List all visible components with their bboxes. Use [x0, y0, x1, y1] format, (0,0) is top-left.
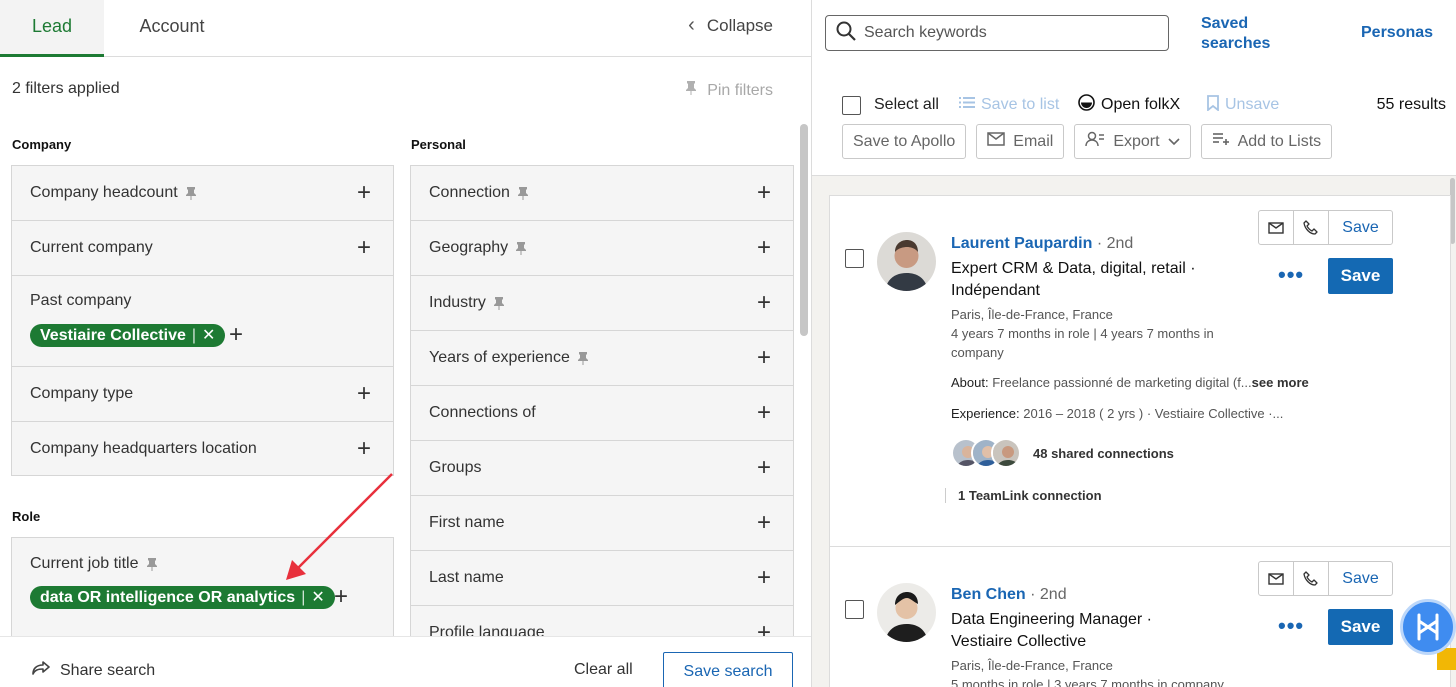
- shared-connections-label: 48 shared connections: [1033, 445, 1174, 461]
- annotation-arrow-icon: [286, 473, 393, 580]
- lead-checkbox[interactable]: [845, 249, 864, 268]
- lead-name[interactable]: Laurent Paupardin · 2nd: [951, 235, 1133, 253]
- phone-icon[interactable]: [1294, 562, 1329, 595]
- lead-checkbox[interactable]: [845, 600, 864, 619]
- lead-title: Expert CRM & Data, digital, retail · Ind…: [951, 258, 1231, 302]
- select-all-checkbox[interactable]: [842, 95, 861, 115]
- lead-tenure-line-1: 5 months in role | 3 years 7 months in c…: [951, 677, 1224, 687]
- connection-degree: · 2nd: [1096, 235, 1134, 252]
- bulk-actions-row: Select all Save to list Open folkX Unsav…: [842, 93, 1450, 117]
- save-to-list-label: Save to list: [981, 96, 1060, 113]
- assistant-launcher-icon[interactable]: [1400, 599, 1456, 655]
- results-panel: Search keywords Saved searches Personas …: [812, 0, 1456, 687]
- save-to-apollo-label: Save to Apollo: [853, 132, 956, 150]
- filters-footer: Share search Clear all Save search: [0, 636, 811, 687]
- shared-avatars: [951, 438, 1021, 468]
- mail-icon: [987, 132, 1006, 151]
- save-lead-button[interactable]: Save: [1328, 258, 1393, 294]
- shared-connections[interactable]: 48 shared connections: [951, 438, 1174, 468]
- save-small-button[interactable]: Save: [1329, 211, 1392, 244]
- lead-location: Paris, Île-de-France, France: [951, 658, 1113, 673]
- share-search-label: Share search: [60, 661, 156, 679]
- see-more-link[interactable]: see more: [1252, 375, 1309, 390]
- lead-card: Laurent Paupardin · 2nd Expert CRM & Dat…: [829, 195, 1451, 547]
- folkx-icon: [1078, 94, 1095, 116]
- mail-icon[interactable]: [1259, 562, 1294, 595]
- lead-tenure-line-2: company: [951, 345, 1004, 360]
- connection-degree: · 2nd: [1030, 586, 1067, 603]
- search-placeholder: Search keywords: [864, 24, 987, 41]
- user-export-icon: [1085, 131, 1105, 152]
- avatar: [991, 438, 1021, 468]
- mail-icon[interactable]: [1259, 211, 1294, 244]
- email-label: Email: [1013, 132, 1054, 150]
- unsave-button[interactable]: Unsave: [1207, 94, 1280, 116]
- experience-text: 2016 – 2018 ( 2 yrs ) · Vestiaire Collec…: [1023, 406, 1284, 421]
- more-options-icon[interactable]: •••: [1278, 613, 1304, 639]
- saved-searches-line-1: Saved: [1201, 15, 1249, 32]
- personas-link[interactable]: Personas: [1361, 24, 1433, 42]
- teamlink-connection[interactable]: 1 TeamLink connection: [945, 488, 1102, 503]
- lead-card: Ben Chen · 2nd Data Engineering Manager …: [829, 546, 1451, 687]
- filters-panel: Lead Account ‹ Collapse 2 filters applie…: [0, 0, 812, 687]
- lead-title-line-2: Vestiaire Collective: [951, 633, 1087, 650]
- bookmark-icon: [1207, 94, 1219, 116]
- playlist-add-icon: [1212, 132, 1230, 151]
- saved-searches-line-2: searches: [1201, 35, 1271, 52]
- lead-quick-actions: Save: [1258, 561, 1393, 596]
- share-search-button[interactable]: Share search: [32, 661, 155, 680]
- clear-all-button[interactable]: Clear all: [574, 661, 633, 679]
- export-button[interactable]: Export: [1074, 124, 1191, 159]
- share-icon: [32, 661, 50, 680]
- about-text: Freelance passionné de marketing digital…: [992, 375, 1252, 390]
- chevron-down-icon: [1167, 133, 1180, 151]
- select-all-label: Select all: [874, 96, 939, 113]
- search-input[interactable]: Search keywords: [825, 15, 1169, 51]
- save-small-button[interactable]: Save: [1329, 562, 1392, 595]
- avatar[interactable]: [877, 232, 936, 291]
- lead-experience: Experience: 2016 – 2018 ( 2 yrs ) · Vest…: [951, 406, 1283, 421]
- save-lead-button[interactable]: Save: [1328, 609, 1393, 645]
- lead-name[interactable]: Ben Chen · 2nd: [951, 586, 1067, 604]
- results-count: 55 results: [1376, 96, 1446, 113]
- lead-tenure-line-1: 4 years 7 months in role | 4 years 7 mon…: [951, 326, 1214, 341]
- lead-name-text[interactable]: Ben Chen: [951, 586, 1026, 603]
- about-label: About:: [951, 375, 989, 390]
- save-to-apollo-button[interactable]: Save to Apollo: [842, 124, 967, 159]
- lead-meta: Paris, Île-de-France, France 4 years 7 m…: [951, 305, 1251, 362]
- email-button[interactable]: Email: [976, 124, 1065, 159]
- save-to-list-button[interactable]: Save to list: [959, 96, 1059, 114]
- list-icon: [959, 96, 975, 114]
- save-search-button[interactable]: Save search: [663, 652, 793, 687]
- select-all[interactable]: Select all: [842, 95, 939, 115]
- integration-buttons: Save to Apollo Email Export Add to Lists: [842, 124, 1333, 159]
- open-folkx-label: Open folkX: [1101, 96, 1181, 113]
- lead-title-line-1: Data Engineering Manager ·: [951, 611, 1153, 628]
- phone-icon[interactable]: [1294, 211, 1329, 244]
- unsave-label: Unsave: [1225, 96, 1280, 113]
- experience-label: Experience:: [951, 406, 1020, 421]
- lead-quick-actions: Save: [1258, 210, 1393, 245]
- open-folkx-button[interactable]: Open folkX: [1078, 94, 1180, 116]
- results-toolbar: Search keywords Saved searches Personas …: [812, 0, 1456, 176]
- lead-name-text[interactable]: Laurent Paupardin: [951, 235, 1092, 252]
- more-options-icon[interactable]: •••: [1278, 262, 1304, 288]
- saved-searches-link[interactable]: Saved searches: [1201, 14, 1270, 54]
- lead-title-line-2: Indépendant: [951, 282, 1040, 299]
- lead-location: Paris, Île-de-France, France: [951, 307, 1113, 322]
- export-label: Export: [1113, 132, 1160, 150]
- lead-meta: Paris, Île-de-France, France 5 months in…: [951, 656, 1251, 687]
- lead-title: Data Engineering Manager · Vestiaire Col…: [951, 609, 1231, 653]
- lead-about: About: Freelance passionné de marketing …: [951, 375, 1309, 390]
- search-icon: [836, 21, 856, 46]
- add-to-lists-button[interactable]: Add to Lists: [1200, 124, 1333, 159]
- lead-title-line-1: Expert CRM & Data, digital, retail ·: [951, 260, 1196, 277]
- add-to-lists-label: Add to Lists: [1237, 132, 1322, 150]
- avatar[interactable]: [877, 583, 936, 642]
